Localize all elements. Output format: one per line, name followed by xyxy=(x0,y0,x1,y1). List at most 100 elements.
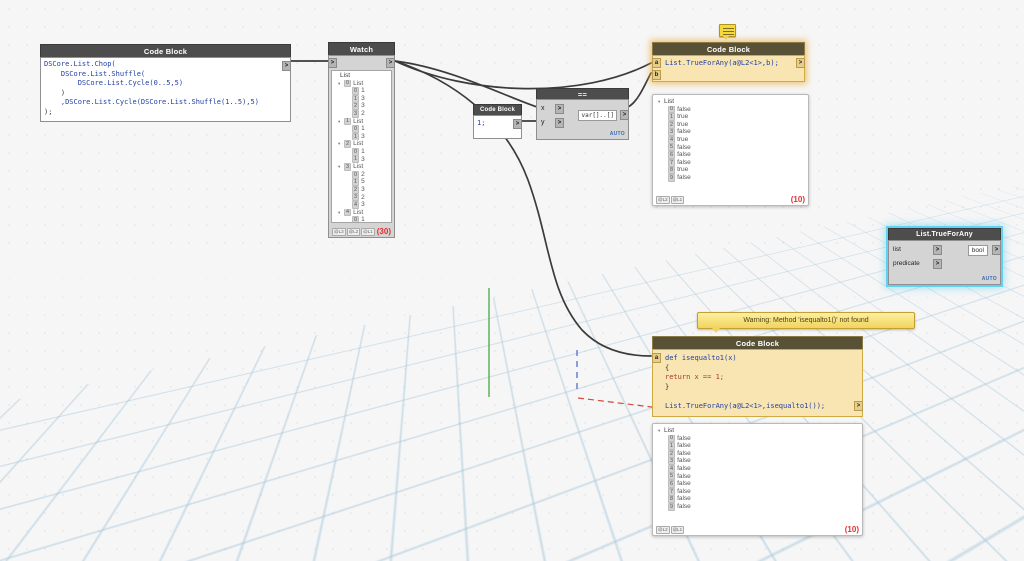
level-tags: @L2 @L1 xyxy=(656,526,685,534)
code-line: DSCore.List.Chop( xyxy=(44,60,116,68)
level-tag[interactable]: @L2 xyxy=(346,228,361,236)
code-lines: List.TrueForAny(a@L2<1>,b); xyxy=(665,59,792,69)
dynamo-workspace[interactable]: Code Block DSCore.List.Chop( DSCore.List… xyxy=(0,0,1024,561)
level-tag[interactable]: @L2 xyxy=(656,196,670,204)
preview-list: 0 false 1 false 2 false 3 false 4 false … xyxy=(656,434,859,511)
output-port[interactable]: > xyxy=(282,61,291,71)
lacing-auto-label[interactable]: AUTO xyxy=(982,276,997,282)
preview-row: 7 false xyxy=(656,487,859,496)
node-watch[interactable]: Watch > > List ▾ 0 List 0 1 1 3 2 3 3 2 … xyxy=(328,42,395,238)
output-port[interactable]: > xyxy=(513,119,522,129)
index-chip: 0 xyxy=(668,434,676,443)
output-label: bool xyxy=(967,245,988,256)
note-icon[interactable] xyxy=(719,24,736,40)
level-tag[interactable]: @L2 xyxy=(656,526,670,534)
value-text: true xyxy=(677,135,689,143)
codeblock-body[interactable]: a b List.TrueForAny(a@L2<1>,b); > xyxy=(652,55,805,82)
code-line: ); xyxy=(44,107,53,116)
node-codeblock-one[interactable]: Code Block 1; > xyxy=(473,104,522,139)
level-tag[interactable]: @L1 xyxy=(361,228,375,236)
preview-row: 5 false xyxy=(656,472,859,481)
value-text: false xyxy=(677,449,691,457)
output-port[interactable]: > xyxy=(796,58,805,68)
watch-row: ▾ 0 List xyxy=(332,79,391,88)
node-header[interactable]: Code Block xyxy=(652,336,863,349)
input-port-b[interactable]: b xyxy=(652,70,661,80)
index-chip: 1 xyxy=(352,155,360,164)
node-header[interactable]: Code Block xyxy=(40,44,291,57)
level-tags: @L2 @L1 xyxy=(656,196,685,204)
node-title: Code Block xyxy=(143,46,188,56)
equals-body: x > y > var[]..[] > AUTO xyxy=(536,99,629,140)
watch-row: 0 1 xyxy=(332,216,391,223)
watch-list[interactable]: List ▾ 0 List 0 1 1 3 2 3 3 2 ▾ 1 List 0… xyxy=(331,70,392,223)
warning-tooltip: Warning: Method 'isequalto1()' not found xyxy=(697,312,915,333)
index-chip: 1 xyxy=(352,94,360,103)
output-port[interactable]: > xyxy=(854,401,863,411)
node-codeblock-isequalto[interactable]: Code Block a def isequalto1(x){return x … xyxy=(652,336,863,417)
value-text: 1 xyxy=(361,216,365,223)
node-header[interactable]: Code Block xyxy=(652,42,805,55)
value-text: false xyxy=(677,434,691,442)
wire-watch-to-equals-x[interactable] xyxy=(394,60,538,108)
input-port-a[interactable]: a xyxy=(652,58,661,68)
output-label: var[]..[] xyxy=(578,110,617,121)
value-text: false xyxy=(677,457,691,465)
codeblock-body[interactable]: DSCore.List.Chop( DSCore.List.Shuffle( D… xyxy=(40,57,291,122)
preview-row: 8 false xyxy=(656,495,859,503)
value-text: false xyxy=(677,442,691,450)
value-text: false xyxy=(677,502,691,510)
output-port[interactable]: > xyxy=(386,58,395,68)
preview-row: 3 false xyxy=(656,457,859,465)
value-text: 2 xyxy=(361,109,365,117)
input-port-y[interactable]: > xyxy=(555,118,564,128)
value-text: List xyxy=(353,163,364,171)
level-tag[interactable]: @L1 xyxy=(670,196,685,204)
node-header[interactable]: == xyxy=(536,88,629,99)
lacing-auto-label[interactable]: AUTO xyxy=(610,131,625,137)
node-title: Watch xyxy=(349,44,374,54)
wire-watch-to-codeblock-top-a[interactable] xyxy=(394,60,652,90)
value-text: 3 xyxy=(361,102,365,110)
node-equals[interactable]: == x > y > var[]..[] > AUTO xyxy=(536,88,629,140)
codeblock-body[interactable]: 1; > xyxy=(473,115,522,139)
preview-bubble-bottom[interactable]: ▾ List 0 false 1 false 2 false 3 false 4… xyxy=(652,423,863,536)
index-chip: 1 xyxy=(352,178,360,186)
preview-bubble-top[interactable]: ▾ List 0 false 1 true 2 true 3 false 4 t… xyxy=(652,94,809,206)
wire-equals-to-codeblock-top-b[interactable] xyxy=(627,72,652,108)
watch-row: 1 3 xyxy=(332,94,391,103)
watch-body: > > List ▾ 0 List 0 1 1 3 2 3 3 2 ▾ 1 Li… xyxy=(328,55,395,238)
watch-row: 1 5 xyxy=(332,178,391,186)
node-header[interactable]: Code Block xyxy=(473,104,522,115)
value-text: 3 xyxy=(361,185,365,193)
node-title: Code Block xyxy=(706,44,751,54)
node-title: List.TrueForAny xyxy=(916,231,973,238)
node-codeblock-trueforany-top[interactable]: Code Block a b List.TrueForAny(a@L2<1>,b… xyxy=(652,42,805,82)
code-line: return x == 1; xyxy=(665,373,725,381)
node-list-trueforany[interactable]: List.TrueForAny list > predicate > bool … xyxy=(888,228,1001,285)
value-text: List xyxy=(353,140,364,148)
node-header[interactable]: List.TrueForAny xyxy=(888,228,1001,240)
value-text: 3 xyxy=(361,94,365,102)
index-chip: 0 xyxy=(352,170,360,179)
input-port-predicate[interactable]: > xyxy=(933,259,942,269)
value-text: false xyxy=(677,472,691,480)
level-tag[interactable]: @L3 xyxy=(332,228,346,236)
input-port-x[interactable]: > xyxy=(555,104,564,114)
value-text: false xyxy=(677,480,691,488)
preview-list: 0 false 1 true 2 true 3 false 4 true 5 f… xyxy=(656,105,805,182)
node-header[interactable]: Watch xyxy=(328,42,395,55)
code-lines: def isequalto1(x){return x == 1;} List.T… xyxy=(665,354,850,411)
codeblock-body[interactable]: a def isequalto1(x){return x == 1;} List… xyxy=(652,349,863,417)
level-tag[interactable]: @L1 xyxy=(670,526,685,534)
output-port[interactable]: > xyxy=(992,245,1001,255)
index-chip: 8 xyxy=(668,495,676,503)
index-chip: 0 xyxy=(352,125,360,133)
input-port-a[interactable]: a xyxy=(652,353,661,363)
output-port[interactable]: > xyxy=(620,110,629,120)
input-port[interactable]: > xyxy=(328,58,337,68)
preview-row: 0 false xyxy=(656,434,859,443)
input-port-list[interactable]: > xyxy=(933,245,942,255)
node-codeblock-main[interactable]: Code Block DSCore.List.Chop( DSCore.List… xyxy=(40,44,291,122)
index-chip: 0 xyxy=(352,87,360,95)
